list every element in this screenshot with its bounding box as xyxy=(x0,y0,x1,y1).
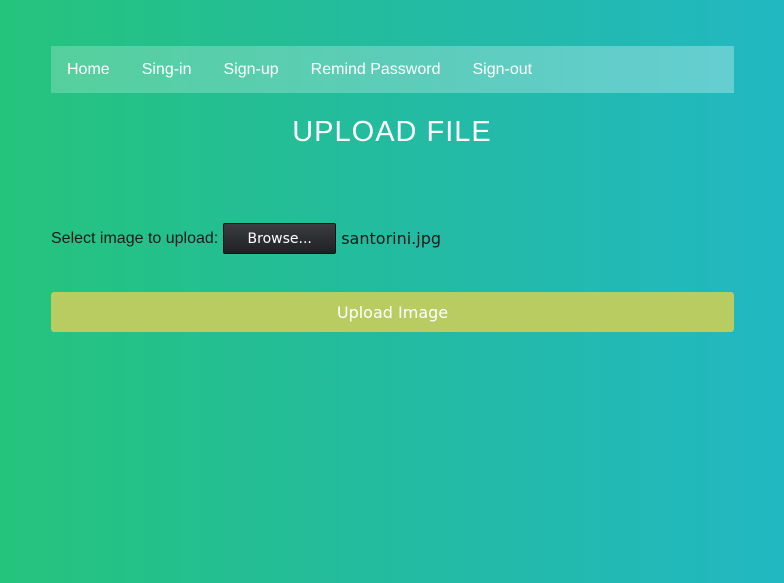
file-upload-row: Select image to upload: Browse... santor… xyxy=(51,223,441,254)
selected-file-name: santorini.jpg xyxy=(341,229,442,248)
nav-link-sign-up[interactable]: Sign-up xyxy=(208,46,295,93)
nav-link-home[interactable]: Home xyxy=(51,46,126,93)
nav-link-sign-out[interactable]: Sign-out xyxy=(456,46,548,93)
top-navbar: Home Sing-in Sign-up Remind Password Sig… xyxy=(51,46,734,93)
browse-button[interactable]: Browse... xyxy=(223,223,337,254)
page-title: UPLOAD FILE xyxy=(292,116,492,148)
upload-label: Select image to upload: xyxy=(51,229,219,247)
nav-link-remind-password[interactable]: Remind Password xyxy=(295,46,457,93)
upload-image-button[interactable]: Upload Image xyxy=(51,292,734,332)
nav-link-sign-in[interactable]: Sing-in xyxy=(126,46,208,93)
